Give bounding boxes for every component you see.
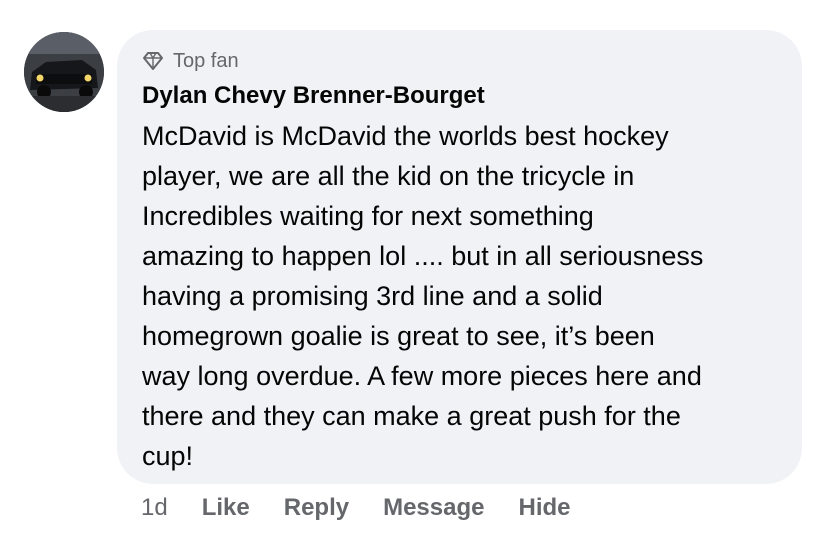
avatar[interactable] [24, 32, 104, 112]
reply-button[interactable]: Reply [284, 494, 349, 522]
badge-label: Top fan [173, 49, 239, 72]
comment-actions: 1d Like Reply Message Hide [141, 494, 605, 522]
truck-photo-icon [24, 32, 104, 112]
comment-text: McDavid is McDavid the worlds best hocke… [142, 121, 704, 471]
comment-bubble: Top fan Dylan Chevy Brenner-Bourget McDa… [117, 30, 802, 484]
comment-author[interactable]: Dylan Chevy Brenner-Bourget [142, 80, 778, 112]
message-button[interactable]: Message [383, 494, 484, 522]
comment-timestamp[interactable]: 1d [141, 494, 168, 522]
top-fan-badge[interactable]: Top fan [142, 48, 778, 74]
diamond-icon [142, 50, 164, 72]
like-button[interactable]: Like [202, 494, 250, 522]
hide-button[interactable]: Hide [518, 494, 570, 522]
